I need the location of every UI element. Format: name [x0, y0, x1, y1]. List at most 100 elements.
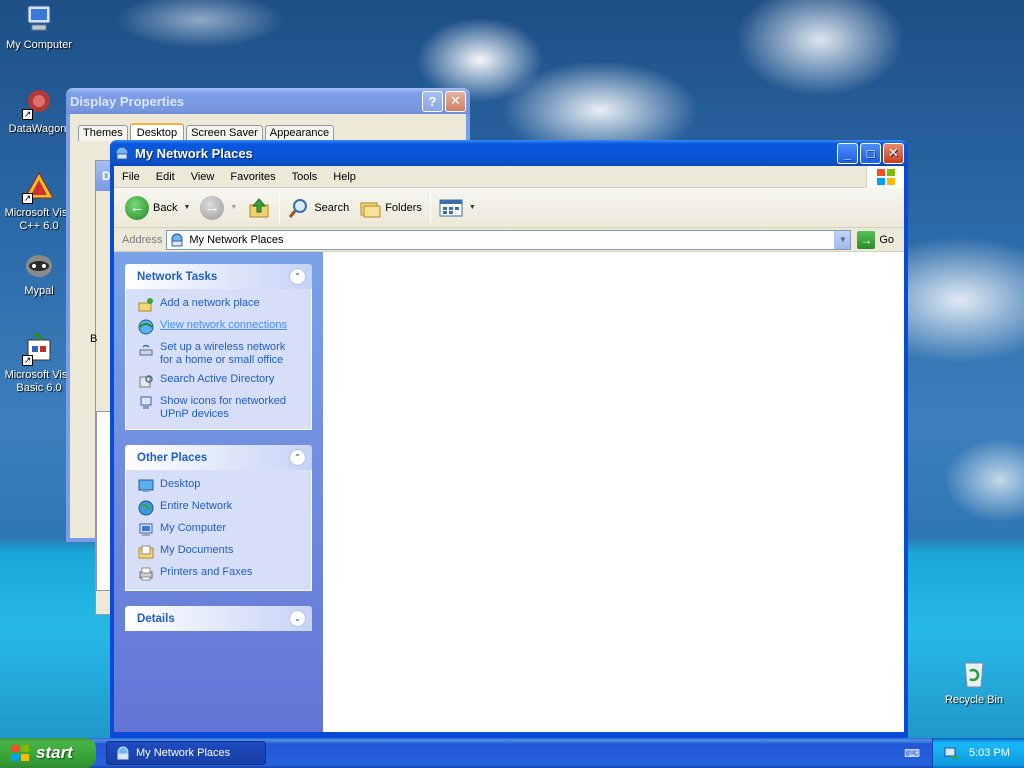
desktop-icon-label: Recycle Bin [944, 694, 1004, 706]
maximize-button[interactable]: □ [860, 142, 881, 164]
task-show-upnp-icons[interactable]: Show icons for networked UPnP devices [138, 395, 301, 421]
window-title: Display Properties [70, 93, 185, 109]
folders-icon [360, 202, 381, 217]
place-entire-network[interactable]: Entire Network [138, 500, 301, 516]
place-my-computer[interactable]: My Computer [138, 522, 301, 538]
tab-screen-saver[interactable]: Screen Saver [186, 125, 263, 141]
network-places-icon [115, 146, 129, 160]
collapse-chevron-icon[interactable]: ⌃ [289, 449, 306, 466]
up-folder-button[interactable] [242, 191, 276, 225]
toolbar: ← Back ▼ → ▼ Search Folders ▼ [114, 188, 904, 228]
forward-button[interactable]: → ▼ [195, 191, 242, 225]
datawagon-icon: ↗ [22, 86, 56, 120]
expand-chevron-icon[interactable]: ⌄ [289, 610, 306, 627]
place-desktop[interactable]: Desktop [138, 478, 301, 494]
keyboard-icon[interactable]: ⌨ [904, 747, 920, 760]
display-properties-titlebar[interactable]: Display Properties ? ✕ [66, 88, 470, 114]
network-connections-icon [138, 319, 154, 335]
task-add-network-place[interactable]: Add a network place [138, 297, 301, 313]
toolbar-separator [279, 192, 281, 223]
desktop-icon-my-computer[interactable]: My Computer [0, 2, 78, 52]
chevron-down-icon[interactable]: ▼ [230, 204, 237, 211]
details-panel: Details ⌄ [125, 606, 312, 631]
task-pane: Network Tasks ⌃ Add a network place View… [114, 252, 323, 732]
menu-edit[interactable]: Edit [148, 166, 183, 188]
address-value: My Network Places [189, 233, 284, 246]
file-list-area[interactable] [323, 252, 904, 732]
panel-title: Other Places [137, 451, 208, 464]
address-input[interactable]: My Network Places ▼ [166, 229, 852, 250]
child-window-label: B [90, 333, 98, 345]
shortcut-arrow-icon: ↗ [22, 193, 33, 204]
menu-favorites[interactable]: Favorites [222, 166, 283, 188]
add-network-place-icon [138, 298, 153, 312]
desktop-icon-label: My Computer [5, 39, 73, 51]
back-button[interactable]: ← Back ▼ [120, 191, 195, 225]
upnp-devices-icon [140, 396, 152, 409]
chevron-down-icon[interactable]: ▼ [183, 204, 190, 211]
taskbar-button-label: My Network Places [136, 747, 231, 759]
address-dropdown-button[interactable]: ▼ [834, 230, 851, 249]
task-setup-wireless[interactable]: Set up a wireless network for a home or … [138, 341, 301, 367]
views-button[interactable]: ▼ [434, 191, 481, 225]
place-my-documents[interactable]: My Documents [138, 544, 301, 560]
tab-themes[interactable]: Themes [78, 125, 128, 141]
window-title: My Network Places [135, 145, 253, 161]
network-tray-icon[interactable] [943, 745, 959, 761]
window-titlebar[interactable]: My Network Places _ □ ✕ [110, 140, 908, 166]
address-bar: Address My Network Places ▼ → Go [114, 228, 904, 252]
chevron-down-icon[interactable]: ▼ [469, 204, 476, 211]
desktop-icon [138, 479, 154, 492]
other-places-header[interactable]: Other Places ⌃ [125, 445, 312, 470]
tab-appearance[interactable]: Appearance [264, 125, 335, 141]
recycle-bin-icon [957, 657, 991, 691]
close-button[interactable]: ✕ [883, 142, 904, 164]
panel-title: Details [137, 612, 175, 625]
network-tasks-header[interactable]: Network Tasks ⌃ [125, 264, 312, 289]
documents-folder-icon [138, 545, 154, 559]
mypal-icon [22, 248, 56, 282]
place-printers-faxes[interactable]: Printers and Faxes [138, 566, 301, 582]
collapse-chevron-icon[interactable]: ⌃ [289, 268, 306, 285]
system-tray: 5:03 PM [932, 738, 1024, 768]
display-properties-tabs: Themes Desktop Screen Saver Appearance [78, 123, 335, 141]
network-tasks-panel: Network Tasks ⌃ Add a network place View… [125, 264, 312, 430]
go-button[interactable]: → Go [851, 230, 900, 249]
windows-logo-icon [866, 166, 904, 188]
folders-label: Folders [385, 201, 422, 214]
task-view-network-connections[interactable]: View network connections [138, 319, 301, 335]
forward-arrow-icon: → [200, 195, 225, 220]
start-label: start [36, 743, 73, 762]
views-icon [439, 199, 463, 216]
menu-file[interactable]: File [114, 166, 148, 188]
clock[interactable]: 5:03 PM [969, 747, 1010, 759]
shortcut-arrow-icon: ↗ [22, 109, 33, 120]
minimize-button[interactable]: _ [837, 142, 858, 164]
folders-button[interactable]: Folders [354, 191, 427, 225]
network-places-icon [171, 233, 183, 246]
start-button[interactable]: start [0, 738, 96, 768]
other-places-panel: Other Places ⌃ Desktop Entire Network My… [125, 445, 312, 591]
taskbar-button-my-network-places[interactable]: My Network Places [106, 741, 266, 765]
printer-icon [139, 567, 153, 581]
search-button[interactable]: Search [283, 191, 354, 225]
go-label: Go [879, 233, 894, 246]
my-network-places-window[interactable]: My Network Places _ □ ✕ File Edit View F… [110, 140, 908, 738]
search-directory-icon [139, 375, 153, 388]
up-folder-icon [249, 197, 269, 217]
go-arrow-icon: → [857, 230, 876, 249]
menu-help[interactable]: Help [325, 166, 364, 188]
desktop-icon-recycle-bin[interactable]: Recycle Bin [935, 657, 1013, 707]
close-button[interactable]: ✕ [445, 90, 466, 112]
visual-cpp-icon: ↗ [22, 170, 56, 204]
details-header[interactable]: Details ⌄ [125, 606, 312, 631]
network-tasks-body: Add a network place View network connect… [125, 289, 312, 430]
taskbar: start My Network Places ⌨ 5:03 PM [0, 738, 1024, 768]
task-search-active-directory[interactable]: Search Active Directory [138, 373, 301, 389]
computer-icon [22, 2, 56, 36]
menu-tools[interactable]: Tools [284, 166, 326, 188]
menu-view[interactable]: View [183, 166, 223, 188]
help-button[interactable]: ? [422, 90, 443, 112]
windows-logo-icon [11, 745, 29, 761]
tab-desktop[interactable]: Desktop [129, 123, 185, 141]
